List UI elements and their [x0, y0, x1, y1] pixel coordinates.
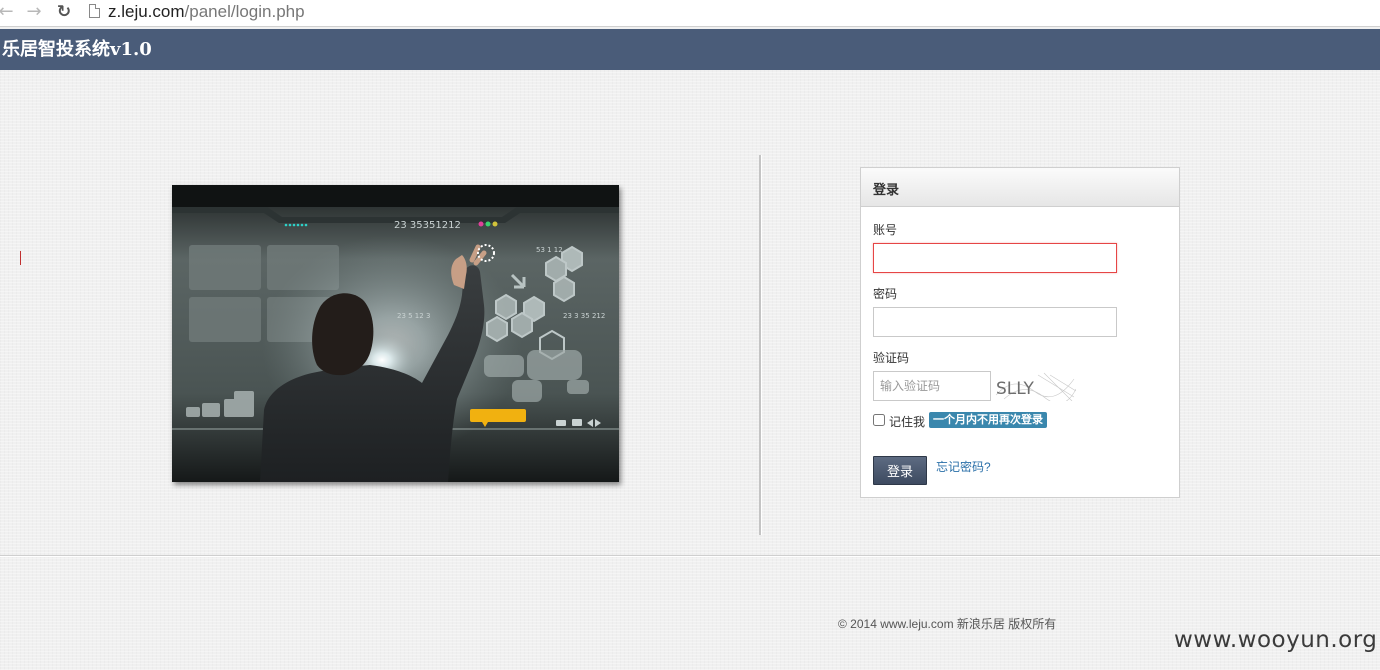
- remember-checkbox[interactable]: [873, 414, 885, 426]
- captcha-label: 验证码: [873, 351, 910, 365]
- forward-arrow-icon[interactable]: →: [24, 2, 44, 22]
- hero-illustration-svg: 23 35351212 53 1 12 23 3 35 212 23 5 12 …: [172, 185, 619, 482]
- password-label: 密码: [873, 287, 898, 301]
- hero-label-3: 23 5 12 3: [397, 312, 430, 320]
- password-input[interactable]: [873, 307, 1117, 337]
- page-icon: [89, 4, 100, 18]
- captcha-input[interactable]: [873, 371, 991, 401]
- app-title: 乐居智投系统v1.0: [2, 39, 152, 60]
- hero-illustration: 23 35351212 53 1 12 23 3 35 212 23 5 12 …: [172, 185, 619, 482]
- login-panel-header: 登录: [861, 168, 1179, 207]
- app-header: 乐居智投系统v1.0: [0, 29, 1380, 70]
- url-path: /panel/login.php: [184, 2, 305, 21]
- text-caret: [20, 251, 21, 265]
- footer-divider: [0, 555, 1380, 557]
- yellow-button-graphic: [470, 409, 526, 422]
- browser-toolbar: ← → ↻ z.leju.com/panel/login.php: [0, 0, 1380, 27]
- hero-label-1: 53 1 12: [536, 246, 563, 254]
- hero-counter-text: 23 35351212: [394, 220, 461, 231]
- vertical-divider: [759, 155, 762, 535]
- remember-label[interactable]: 记住我: [889, 413, 925, 430]
- reload-icon[interactable]: ↻: [54, 2, 74, 22]
- account-label: 账号: [873, 223, 898, 237]
- account-input[interactable]: [873, 243, 1117, 273]
- address-bar[interactable]: z.leju.com/panel/login.php: [108, 2, 305, 22]
- url-host: z.leju.com: [108, 2, 185, 21]
- captcha-text: SLLY: [996, 379, 1034, 399]
- captcha-image[interactable]: SLLY: [994, 371, 1076, 401]
- copyright-text: © 2014 www.leju.com 新浪乐居 版权所有: [838, 617, 1057, 631]
- forgot-password-link[interactable]: 忘记密码?: [936, 458, 991, 475]
- back-arrow-icon[interactable]: ←: [0, 2, 16, 22]
- login-panel: 登录 账号 密码 验证码 SLLY 记住我 一个月内不用再次登录 登录 忘记密码…: [860, 167, 1180, 498]
- hero-label-2: 23 3 35 212: [563, 312, 605, 320]
- login-button[interactable]: 登录: [873, 456, 927, 485]
- remember-hint-badge: 一个月内不用再次登录: [929, 412, 1047, 428]
- watermark-text: www.wooyun.org: [1174, 627, 1378, 653]
- login-panel-title: 登录: [873, 182, 900, 197]
